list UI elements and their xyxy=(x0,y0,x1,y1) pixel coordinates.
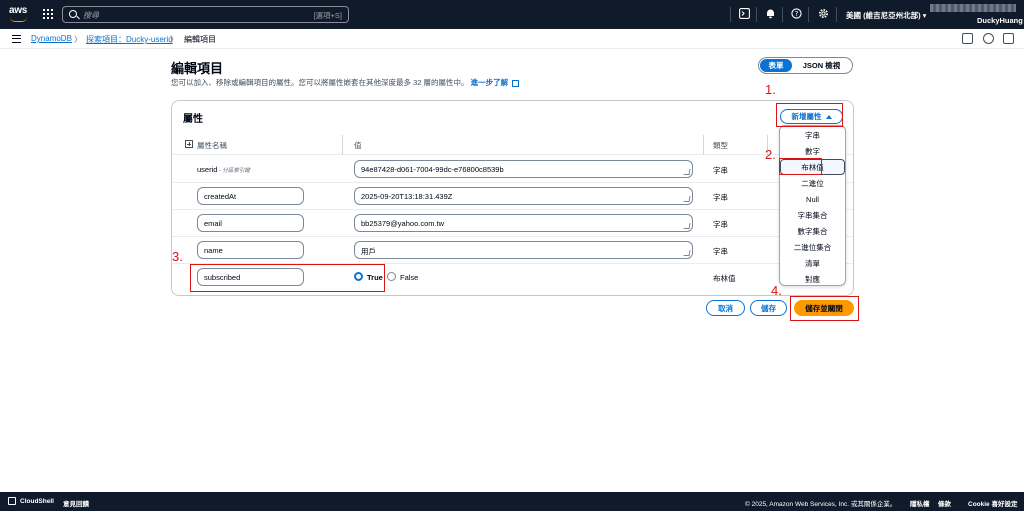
panel-title: 屬性 xyxy=(183,114,203,125)
page-description: 您可以加入、移除或編輯項目的屬性。您可以將屬性嵌套在其他深度最多 32 層的屬性… xyxy=(171,77,520,88)
services-grid-icon[interactable] xyxy=(43,9,53,19)
attribute-name-input[interactable]: email xyxy=(197,214,304,232)
annotation-3: 3. xyxy=(172,249,183,264)
value-input[interactable]: 用戶 xyxy=(354,241,693,259)
expand-all-icon[interactable] xyxy=(185,140,193,148)
dropdown-option-map[interactable]: 對應 xyxy=(780,272,845,288)
aws-smile-icon xyxy=(10,17,27,22)
menu-hamburger-icon[interactable] xyxy=(12,35,21,43)
cloudshell-link[interactable]: CloudShell xyxy=(20,498,54,505)
cloudshell-icon[interactable] xyxy=(738,8,750,20)
annotation-4: 4. xyxy=(771,283,782,298)
notifications-bell-icon[interactable] xyxy=(764,8,776,20)
key-name-text: userid xyxy=(197,165,218,174)
table-header: 屬性名稱 值 類型 xyxy=(172,135,853,155)
value-input[interactable]: bb25379@yahoo.com.tw xyxy=(354,214,693,232)
column-divider xyxy=(703,135,704,155)
search-icon xyxy=(69,10,77,18)
aws-logo-text: aws xyxy=(9,5,28,16)
search-placeholder: 搜尋 xyxy=(83,11,99,20)
region-selector[interactable]: 美國 (維吉尼亞州北部) ▾ xyxy=(846,10,926,21)
breadcrumb-bar: DynamoDB 〉 探索項目：Ducky-userid 〉 編輯項目 xyxy=(0,29,1024,49)
aws-logo[interactable]: aws xyxy=(9,5,31,23)
svg-text:?: ? xyxy=(794,10,798,18)
col-attribute-name: 屬性名稱 xyxy=(197,141,227,150)
dropdown-option-binary-set[interactable]: 二進位集合 xyxy=(780,240,845,256)
annotation-2: 2. xyxy=(765,147,776,162)
form-view-button[interactable]: 表單 xyxy=(760,59,792,72)
cancel-button[interactable]: 取消 xyxy=(706,300,745,316)
cloudshell-footer-icon[interactable] xyxy=(8,497,16,505)
nav-divider xyxy=(808,7,809,22)
nav-divider xyxy=(756,7,757,22)
col-value: 值 xyxy=(354,141,362,150)
attribute-type-dropdown: 字串 數字 布林值 二進位 Null 字串集合 數字集合 二進位集合 清單 對應 xyxy=(779,125,846,286)
breadcrumb-explore-items[interactable]: 探索項目：Ducky-userid xyxy=(86,34,173,45)
dropdown-option-number-set[interactable]: 數字集合 xyxy=(780,224,845,240)
save-button[interactable]: 儲存 xyxy=(750,300,787,316)
annotation-box-4 xyxy=(790,296,859,321)
history-icon[interactable] xyxy=(983,33,994,44)
user-menu[interactable]: DuckyHuang xyxy=(977,16,1023,25)
privacy-link[interactable]: 隱私權 xyxy=(910,498,930,508)
cookie-preferences-link[interactable]: Cookie 喜好設定 xyxy=(968,498,1017,508)
table-row: userid - 分區索引鍵 94e87428-d061-7004-99dc-e… xyxy=(172,156,853,183)
radio-false-label: False xyxy=(400,273,419,282)
annotation-1: 1. xyxy=(765,82,776,97)
annotation-box-1 xyxy=(776,103,843,127)
breadcrumb-separator: 〉 xyxy=(170,35,178,44)
notifications-panel-icon[interactable] xyxy=(962,33,973,44)
nav-divider xyxy=(730,7,731,22)
nav-divider xyxy=(836,7,837,22)
col-type: 類型 xyxy=(713,141,728,150)
search-input[interactable]: 搜尋 [選項+S] xyxy=(62,6,349,23)
dropdown-option-binary[interactable]: 二進位 xyxy=(780,176,845,192)
console-footer: CloudShell 意見回饋 © 2025, Amazon Web Servi… xyxy=(0,492,1024,511)
table-row: name 用戶 字串 xyxy=(172,237,853,264)
external-link-icon xyxy=(512,79,520,87)
page-title: 編輯項目 xyxy=(171,61,224,76)
table-row: email bb25379@yahoo.com.tw 字串 xyxy=(172,210,853,237)
terms-link[interactable]: 條款 xyxy=(938,498,951,508)
annotation-box-2 xyxy=(779,158,822,175)
type-label: 字串 xyxy=(713,166,728,175)
attribute-name-input[interactable]: name xyxy=(197,241,304,259)
partition-key-name: userid - 分區索引鍵 xyxy=(197,165,250,174)
view-toggle: 表單 JSON 檢視 xyxy=(758,57,853,74)
nav-divider xyxy=(782,7,783,22)
settings-gear-icon[interactable] xyxy=(817,8,829,20)
json-view-button[interactable]: JSON 檢視 xyxy=(792,60,851,71)
annotation-box-3 xyxy=(190,264,385,292)
help-icon[interactable]: ? xyxy=(790,8,802,20)
breadcrumb-dynamodb[interactable]: DynamoDB xyxy=(31,34,72,43)
learn-more-link[interactable]: 進一步了解 xyxy=(471,78,509,87)
partition-key-badge: - 分區索引鍵 xyxy=(217,168,250,174)
dropdown-option-null[interactable]: Null xyxy=(780,192,845,208)
breadcrumb-current: 編輯項目 xyxy=(184,35,216,44)
search-shortcut: [選項+S] xyxy=(313,11,342,20)
dropdown-option-string-set[interactable]: 字串集合 xyxy=(780,208,845,224)
account-id-redacted xyxy=(930,4,1016,12)
description-text: 您可以加入、移除或編輯項目的屬性。您可以將屬性嵌套在其他深度最多 32 層的屬性… xyxy=(171,78,469,87)
feedback-link[interactable]: 意見回饋 xyxy=(63,498,89,508)
split-panel-icon[interactable] xyxy=(1003,33,1014,44)
column-divider xyxy=(342,135,343,155)
type-label: 字串 xyxy=(713,220,728,229)
table-row: createdAt 2025-09-20T13:18:31.439Z 字串 xyxy=(172,183,853,210)
breadcrumb-separator: 〉 xyxy=(74,35,82,44)
dropdown-option-string[interactable]: 字串 xyxy=(780,128,845,144)
attribute-name-input[interactable]: createdAt xyxy=(197,187,304,205)
top-navigation: aws 搜尋 [選項+S] ? 美國 (維吉尼亞州北部) ▾ DuckyHuan… xyxy=(0,0,1024,29)
value-input[interactable]: 94e87428-d061-7004-99dc-e76800c8539b xyxy=(354,160,693,178)
dropdown-option-list[interactable]: 清單 xyxy=(780,256,845,272)
radio-false[interactable] xyxy=(387,272,396,281)
copyright-text: © 2025, Amazon Web Services, Inc. 或其關係企業… xyxy=(745,501,897,508)
type-label: 字串 xyxy=(713,193,728,202)
value-input[interactable]: 2025-09-20T13:18:31.439Z xyxy=(354,187,693,205)
type-label: 字串 xyxy=(713,247,728,256)
type-label: 布林值 xyxy=(713,274,736,283)
